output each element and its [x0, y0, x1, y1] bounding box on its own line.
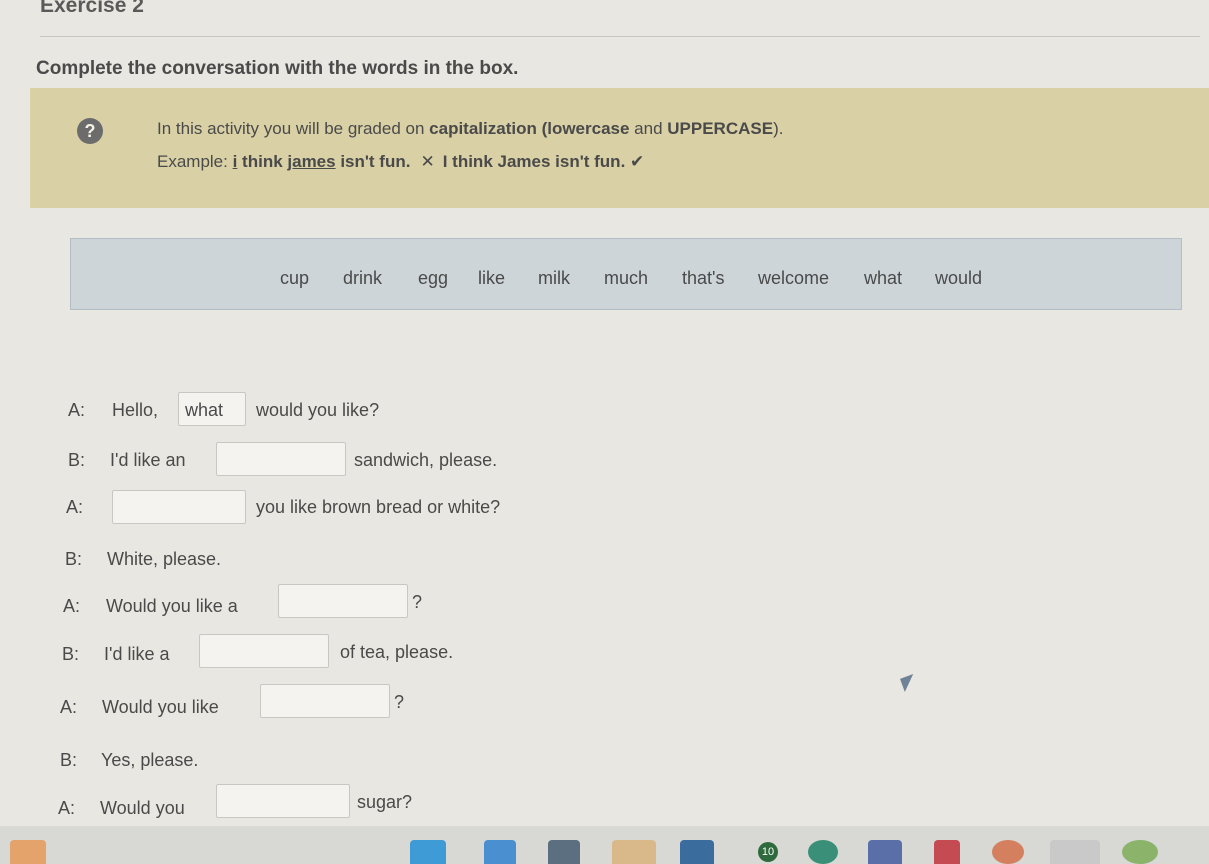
answer-input[interactable]	[199, 634, 329, 668]
speaker-label: B:	[65, 549, 83, 569]
taskbar-app-icon[interactable]	[680, 840, 714, 864]
answer-input[interactable]	[260, 684, 390, 718]
dialogue-text: you like brown bread or white?	[256, 497, 501, 517]
mouse-cursor-icon	[900, 674, 918, 692]
dialogue-text: Would you	[100, 798, 185, 818]
word-box-item: what	[864, 268, 903, 288]
help-icon[interactable]: ?	[77, 118, 103, 144]
word-box-item: like	[478, 268, 506, 288]
cross-icon: ✕	[420, 152, 435, 171]
word-box-item: would	[935, 268, 983, 288]
speaker-label: A:	[58, 798, 76, 818]
speaker-label: A:	[68, 400, 86, 420]
word-box-item: that's	[682, 268, 725, 288]
capitalization-example: Example: i think james isn't fun. ✕ I thin…	[157, 152, 645, 171]
dialogue-text: Would you like a	[106, 596, 238, 616]
dialogue-text: ?	[394, 692, 405, 712]
answer-input[interactable]	[216, 442, 346, 476]
speaker-label: B:	[68, 450, 86, 470]
title-divider	[40, 36, 1200, 37]
taskbar-app-icon[interactable]	[1122, 840, 1158, 864]
word-box-item: egg	[418, 268, 449, 288]
answer-input[interactable]	[112, 490, 246, 524]
answer-input[interactable]: what	[178, 392, 246, 426]
dialogue-text: Yes, please.	[101, 750, 199, 770]
speaker-label: B:	[62, 644, 80, 664]
grading-info-panel	[30, 88, 1209, 208]
exercise-instruction: Complete the conversation with the words…	[36, 58, 519, 79]
dialogue-text: ?	[412, 592, 423, 612]
taskbar-app-icon[interactable]	[808, 840, 838, 864]
grading-info-text: In this activity you will be graded on c…	[157, 119, 784, 138]
exercise-title: Exercise 2	[40, 0, 144, 17]
taskbar-folder-icon[interactable]	[612, 840, 656, 864]
word-box-item: welcome	[758, 268, 830, 288]
word-box-item: much	[604, 268, 649, 288]
dialogue-text: White, please.	[107, 549, 222, 569]
dialogue-text: I'd like an	[110, 450, 186, 470]
dialogue-text: Would you like	[102, 697, 219, 717]
word-box-item: milk	[538, 268, 570, 288]
dialogue-text: Hello,	[112, 400, 159, 420]
check-icon: ✔	[630, 152, 645, 171]
taskbar-app-icon[interactable]	[410, 840, 446, 864]
taskbar-badge: 10	[758, 842, 778, 862]
dialogue-text: sugar?	[357, 792, 413, 812]
taskbar-app-icon[interactable]	[10, 840, 46, 864]
speaker-label: A:	[66, 497, 84, 517]
taskbar-app-icon[interactable]	[548, 840, 580, 864]
taskbar-app-icon[interactable]	[992, 840, 1024, 864]
taskbar-app-icon[interactable]	[484, 840, 516, 864]
taskbar-app-icon[interactable]	[1050, 840, 1100, 864]
word-box-item: drink	[343, 268, 383, 288]
speaker-label: A:	[63, 596, 81, 616]
taskbar-app-icon[interactable]	[934, 840, 960, 864]
taskbar-app-icon[interactable]	[868, 840, 902, 864]
speaker-label: B:	[60, 750, 78, 770]
speaker-label: A:	[60, 697, 78, 717]
dialogue-text: I'd like a	[104, 644, 170, 664]
taskbar	[0, 826, 1209, 864]
answer-input[interactable]	[216, 784, 350, 818]
dialogue-text: would you like?	[256, 400, 380, 420]
word-box-item: cup	[280, 268, 310, 288]
dialogue-text: sandwich, please.	[354, 450, 498, 470]
answer-input[interactable]	[278, 584, 408, 618]
dialogue-text: of tea, please.	[340, 642, 454, 662]
